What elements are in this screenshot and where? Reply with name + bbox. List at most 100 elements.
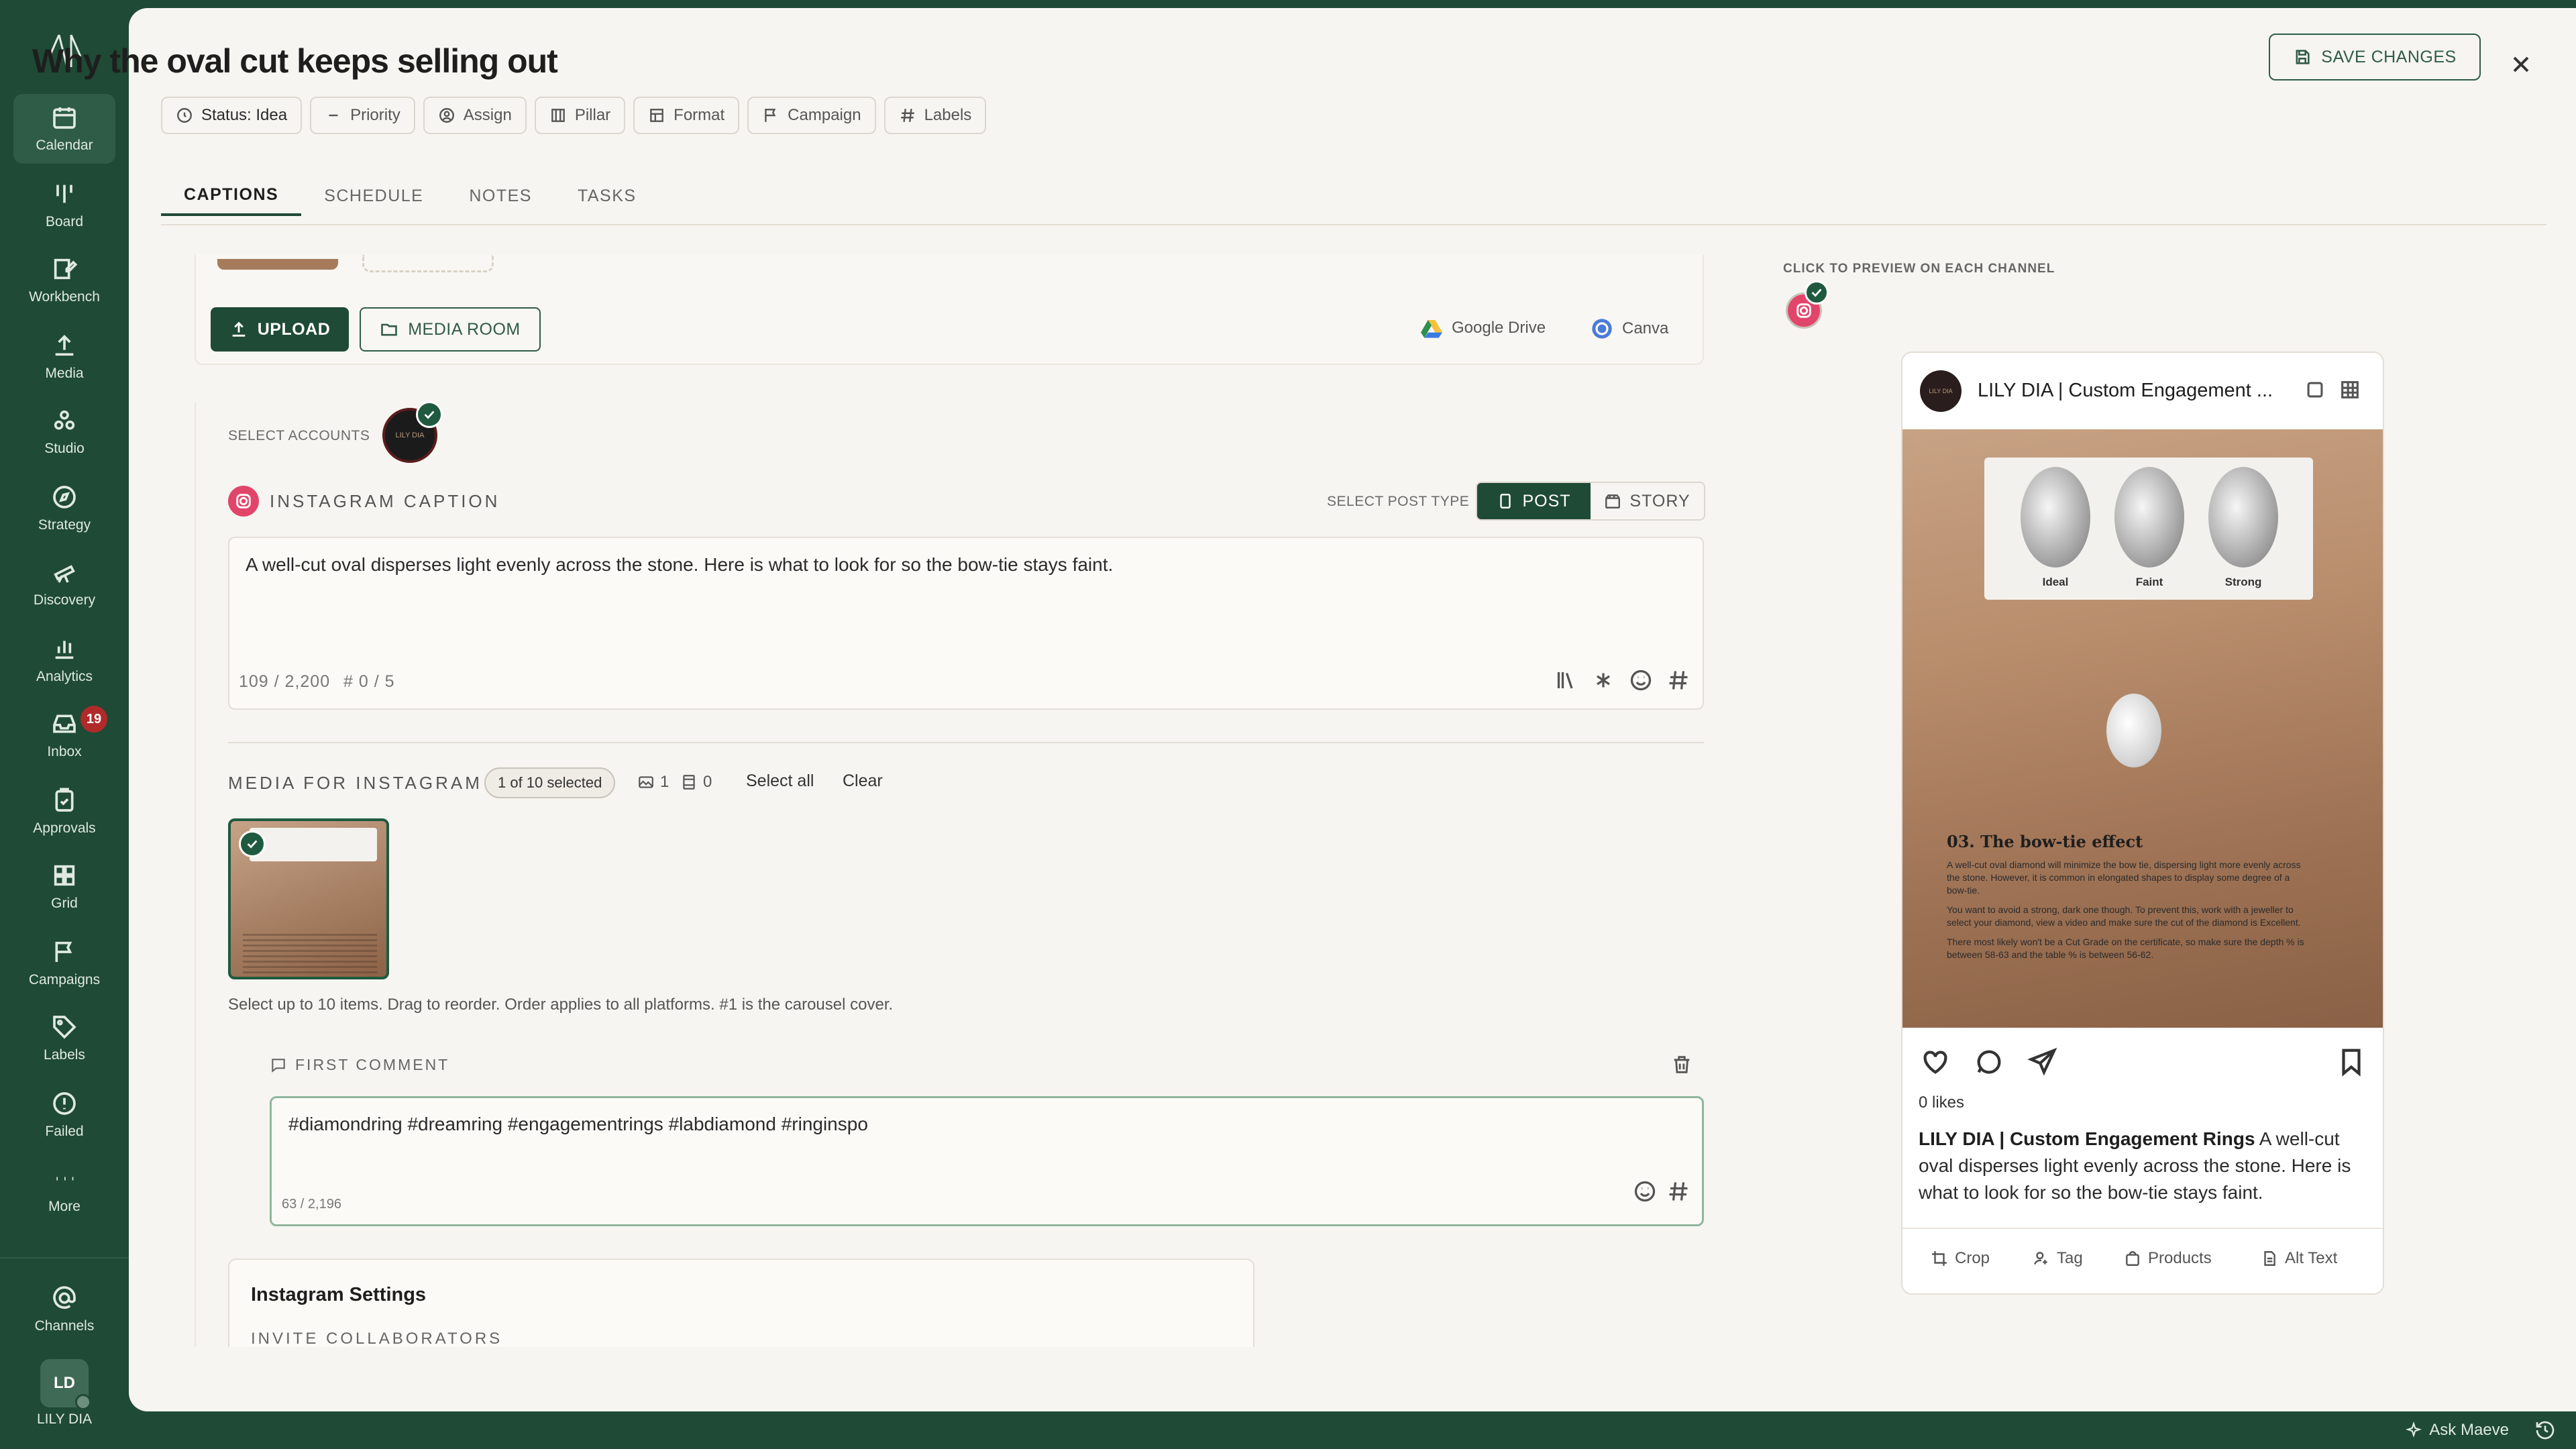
canva-link[interactable]: Canva — [1591, 318, 1668, 339]
grid-view-icon[interactable] — [2339, 378, 2361, 401]
add-media-dropzone[interactable] — [362, 255, 494, 272]
google-drive-link[interactable]: Google Drive — [1421, 318, 1546, 338]
hashtag-icon[interactable] — [1666, 1179, 1690, 1203]
select-all-link[interactable]: Select all — [746, 771, 814, 791]
sidebar-item-campaigns[interactable]: Campaigns — [13, 928, 115, 998]
sidebar-item-failed[interactable]: Failed — [13, 1080, 115, 1150]
inbox-icon — [53, 714, 76, 733]
sidebar-item-label: Channels — [34, 1318, 95, 1334]
diamond-label-faint: Faint — [2135, 576, 2163, 588]
sidebar-item-workbench[interactable]: Workbench — [13, 246, 115, 315]
media-for-instagram-heading: MEDIA FOR INSTAGRAM — [228, 773, 482, 793]
bar-chart-icon — [55, 641, 74, 659]
sidebar-item-calendar[interactable]: Calendar — [13, 94, 115, 164]
clear-link[interactable]: Clear — [843, 771, 883, 791]
format-chip[interactable]: Format — [633, 97, 740, 134]
ai-sparkle-icon[interactable] — [1591, 668, 1615, 692]
crop-label: Crop — [1955, 1249, 1990, 1267]
products-button[interactable]: Products — [2124, 1249, 2212, 1268]
sidebar-item-label: Grid — [51, 896, 78, 911]
canva-label: Canva — [1622, 319, 1669, 337]
sidebar-item-analytics[interactable]: Analytics — [13, 625, 115, 695]
first-comment-text: #diamondring #dreamring #engagementrings… — [288, 1114, 868, 1134]
crop-icon — [1932, 1251, 1947, 1266]
assign-chip[interactable]: Assign — [423, 97, 527, 134]
like-icon[interactable] — [1920, 1046, 1951, 1077]
history-icon[interactable] — [2534, 1419, 2556, 1441]
user-name: LILY DIA — [36, 1411, 93, 1427]
products-label: Products — [2148, 1249, 2212, 1267]
status-chip[interactable]: Status: Idea — [161, 97, 303, 134]
campaign-chip[interactable]: Campaign — [747, 97, 876, 134]
image-icon — [639, 776, 653, 788]
sidebar-item-studio[interactable]: Studio — [13, 397, 115, 467]
sidebar-item-more[interactable]: More — [13, 1155, 115, 1225]
tab-schedule[interactable]: SCHEDULE — [301, 176, 446, 216]
sidebar-item-media[interactable]: Media — [13, 322, 115, 392]
alt-text-button[interactable]: Alt Text — [2261, 1249, 2337, 1268]
save-changes-button[interactable]: SAVE CHANGES — [2269, 34, 2481, 80]
studio-icon — [54, 410, 75, 430]
library-icon[interactable] — [1554, 668, 1578, 692]
crop-button[interactable]: Crop — [1931, 1249, 1990, 1268]
post-type-story[interactable]: STORY — [1591, 483, 1704, 519]
emoji-icon[interactable] — [1633, 1179, 1657, 1203]
share-icon[interactable] — [2027, 1046, 2058, 1077]
status-chip-label: Status: Idea — [201, 106, 288, 124]
alt-text-label: Alt Text — [2285, 1249, 2338, 1267]
preview-account-avatar: LILY DIA — [1920, 370, 1962, 412]
tab-captions[interactable]: CAPTIONS — [161, 176, 302, 216]
columns-icon — [551, 109, 565, 122]
bookmark-icon[interactable] — [2336, 1046, 2367, 1077]
hashtag-icon[interactable] — [1666, 668, 1690, 692]
labels-chip-label: Labels — [924, 106, 972, 124]
sidebar-item-inbox[interactable]: Inbox 19 — [13, 700, 115, 770]
alert-circle-icon — [53, 1092, 76, 1115]
post-type-post[interactable]: POST — [1477, 483, 1591, 519]
sidebar-item-labels[interactable]: Labels — [13, 1004, 115, 1073]
preview-avatar-text: LILY DIA — [1929, 388, 1953, 394]
preview-likes: 0 likes — [1919, 1093, 1965, 1112]
media-thumbnail-peek[interactable] — [217, 259, 338, 270]
tag-label: Tag — [2057, 1249, 2083, 1267]
document-icon — [2264, 1251, 2275, 1266]
sidebar-item-strategy[interactable]: Strategy — [13, 474, 115, 543]
pillar-chip[interactable]: Pillar — [534, 97, 626, 134]
sidebar-item-approvals[interactable]: Approvals — [13, 777, 115, 847]
tab-notes[interactable]: NOTES — [446, 176, 555, 216]
comment-bubble-icon[interactable] — [1974, 1046, 2004, 1077]
emoji-icon[interactable] — [1629, 668, 1653, 692]
single-view-icon[interactable] — [2304, 378, 2326, 401]
sidebar-item-grid[interactable]: Grid — [13, 852, 115, 922]
tab-tasks[interactable]: TASKS — [555, 176, 659, 216]
media-room-button[interactable]: MEDIA ROOM — [360, 307, 541, 352]
sidebar-item-channels[interactable]: Channels — [13, 1275, 115, 1344]
video-count: 0 — [680, 773, 712, 792]
meta-chip-row: Status: Idea Priority Assign Pillar Form… — [161, 97, 987, 134]
sidebar-item-discovery[interactable]: Discovery — [13, 549, 115, 619]
preview-image-body: A well-cut oval diamond will minimize th… — [1947, 859, 2309, 968]
upload-label: UPLOAD — [257, 319, 331, 339]
labels-chip[interactable]: Labels — [883, 97, 987, 134]
video-count-value: 0 — [703, 773, 712, 791]
trash-icon[interactable] — [1670, 1053, 1693, 1076]
select-accounts-label: SELECT ACCOUNTS — [228, 428, 370, 443]
sidebar-item-label: Strategy — [38, 517, 91, 533]
telescope-icon — [54, 565, 75, 583]
media-help-text: Select up to 10 items. Drag to reorder. … — [228, 996, 894, 1014]
workbench-icon — [54, 258, 78, 280]
google-drive-label: Google Drive — [1452, 319, 1546, 337]
ask-maeve-button[interactable]: Ask Maeve — [2405, 1421, 2509, 1440]
sidebar-item-label: Inbox — [47, 744, 82, 759]
close-icon[interactable] — [2508, 51, 2534, 78]
sidebar-item-board[interactable]: Board — [13, 170, 115, 240]
flag-icon — [55, 941, 72, 962]
tag-button[interactable]: Tag — [2033, 1249, 2083, 1268]
upload-button[interactable]: UPLOAD — [211, 307, 349, 352]
diamond-label-ideal: Ideal — [2042, 576, 2069, 588]
preview-image-paragraph: You want to avoid a strong, dark one tho… — [1947, 904, 2301, 928]
priority-chip[interactable]: Priority — [310, 97, 415, 134]
select-post-type-label: SELECT POST TYPE — [1327, 494, 1470, 509]
page-title[interactable]: Why the oval cut keeps selling out — [32, 42, 558, 80]
preview-image-headline: 03. The bow-tie effect — [1947, 832, 2143, 851]
